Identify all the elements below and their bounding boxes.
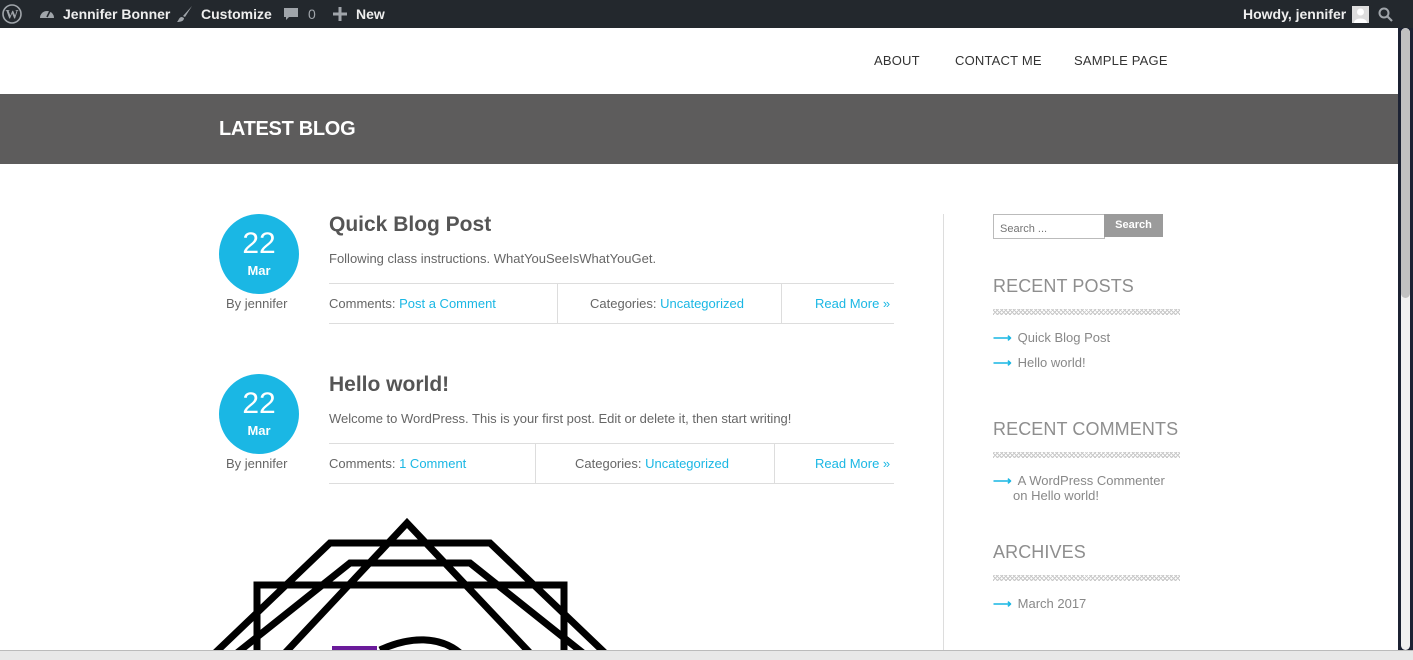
recent-comments-title: RECENT COMMENTS (993, 419, 1179, 439)
admin-search[interactable] (1378, 0, 1393, 28)
avatar-icon (1352, 5, 1370, 23)
arrow-right-icon: ⟶ (993, 596, 1012, 611)
recent-post-link[interactable]: ⟶ Hello world! (993, 355, 1086, 370)
new-label: New (356, 6, 385, 22)
post-date-badge: 22 Mar (219, 374, 299, 454)
featured-logo-image (213, 518, 607, 650)
meta-divider (781, 284, 782, 323)
content-sidebar-divider (943, 214, 944, 650)
read-more-link[interactable]: Read More » (815, 296, 890, 311)
comments-link[interactable]: 1 Comment (399, 456, 466, 471)
category-link[interactable]: Uncategorized (660, 296, 744, 311)
post-day: 22 (242, 227, 276, 260)
nav-sample-page[interactable]: SAMPLE PAGE (1074, 53, 1168, 68)
widget-divider (993, 575, 1180, 581)
bottom-toolbar (0, 650, 1413, 660)
brush-icon (177, 6, 192, 22)
post-date-badge: 22 Mar (219, 214, 299, 294)
arrow-right-icon: ⟶ (993, 473, 1012, 488)
arrow-right-icon: ⟶ (993, 355, 1012, 370)
widget-divider (993, 309, 1180, 315)
post-day: 22 (242, 387, 276, 420)
post-comments: Comments: 1 Comment (329, 456, 466, 471)
page-banner: LATEST BLOG (0, 94, 1398, 164)
svg-text:W: W (6, 7, 19, 22)
post-meta: Comments: 1 Comment Categories: Uncatego… (329, 443, 894, 484)
meta-divider (535, 444, 536, 483)
nav-about[interactable]: ABOUT (874, 53, 920, 68)
post-title[interactable]: Hello world! (329, 373, 449, 397)
page-content: ABOUT CONTACT ME SAMPLE PAGE LATEST BLOG… (0, 28, 1398, 650)
search-icon (1378, 7, 1393, 22)
admin-bar: W Jennifer Bonner Customize 0 New Howdy,… (0, 0, 1413, 28)
search-button[interactable]: Search (1104, 214, 1163, 237)
meta-divider (557, 284, 558, 323)
post-author: By jennifer (226, 296, 288, 311)
wordpress-icon: W (2, 4, 22, 24)
post-categories: Categories: Uncategorized (590, 296, 744, 311)
post-month: Mar (247, 263, 271, 278)
post-comments: Comments: Post a Comment (329, 296, 496, 311)
arrow-right-icon: ⟶ (993, 330, 1012, 345)
comments-link[interactable]: 0 (283, 0, 316, 28)
categories-label: Categories: (590, 296, 657, 311)
widget-divider (993, 452, 1180, 458)
category-link[interactable]: Uncategorized (645, 456, 729, 471)
comments-label: Comments: (329, 296, 396, 311)
nav-contact-me[interactable]: CONTACT ME (955, 53, 1042, 68)
page-scrollbar[interactable] (1398, 28, 1413, 650)
dashboard-icon (40, 10, 54, 18)
post-excerpt: Welcome to WordPress. This is your first… (329, 411, 792, 426)
site-name-menu[interactable]: Jennifer Bonner (38, 0, 170, 28)
post-meta: Comments: Post a Comment Categories: Unc… (329, 283, 894, 324)
post-title[interactable]: Quick Blog Post (329, 213, 491, 237)
comments-link[interactable]: Post a Comment (399, 296, 496, 311)
archive-link[interactable]: ⟶ March 2017 (993, 596, 1086, 611)
howdy-greeting: Howdy, jennifer (1243, 6, 1347, 22)
comments-label: Comments: (329, 456, 396, 471)
comment-icon (284, 8, 298, 20)
page-title: LATEST BLOG (219, 118, 356, 140)
customize-link[interactable]: Customize (176, 0, 272, 28)
site-name: Jennifer Bonner (63, 6, 171, 22)
recent-comment-item[interactable]: ⟶ A WordPress Commenter on Hello world! (993, 473, 1165, 503)
post-categories: Categories: Uncategorized (575, 456, 729, 471)
meta-divider (774, 444, 775, 483)
account-menu[interactable]: Howdy, jennifer (1243, 0, 1370, 28)
recent-posts-title: RECENT POSTS (993, 276, 1134, 296)
categories-label: Categories: (575, 456, 642, 471)
scrollbar-thumb[interactable] (1401, 28, 1410, 298)
plus-icon (333, 7, 347, 21)
search-input[interactable] (993, 214, 1105, 239)
wordpress-logo-menu[interactable]: W (2, 0, 22, 28)
comments-count: 0 (308, 6, 316, 22)
customize-label: Customize (201, 6, 272, 22)
post-author: By jennifer (226, 456, 288, 471)
recent-post-link[interactable]: ⟶ Quick Blog Post (993, 330, 1110, 345)
new-content-menu[interactable]: New (333, 0, 385, 28)
post-month: Mar (247, 423, 271, 438)
archives-title: ARCHIVES (993, 542, 1086, 562)
read-more-link[interactable]: Read More » (815, 456, 890, 471)
post-excerpt: Following class instructions. WhatYouSee… (329, 251, 657, 266)
